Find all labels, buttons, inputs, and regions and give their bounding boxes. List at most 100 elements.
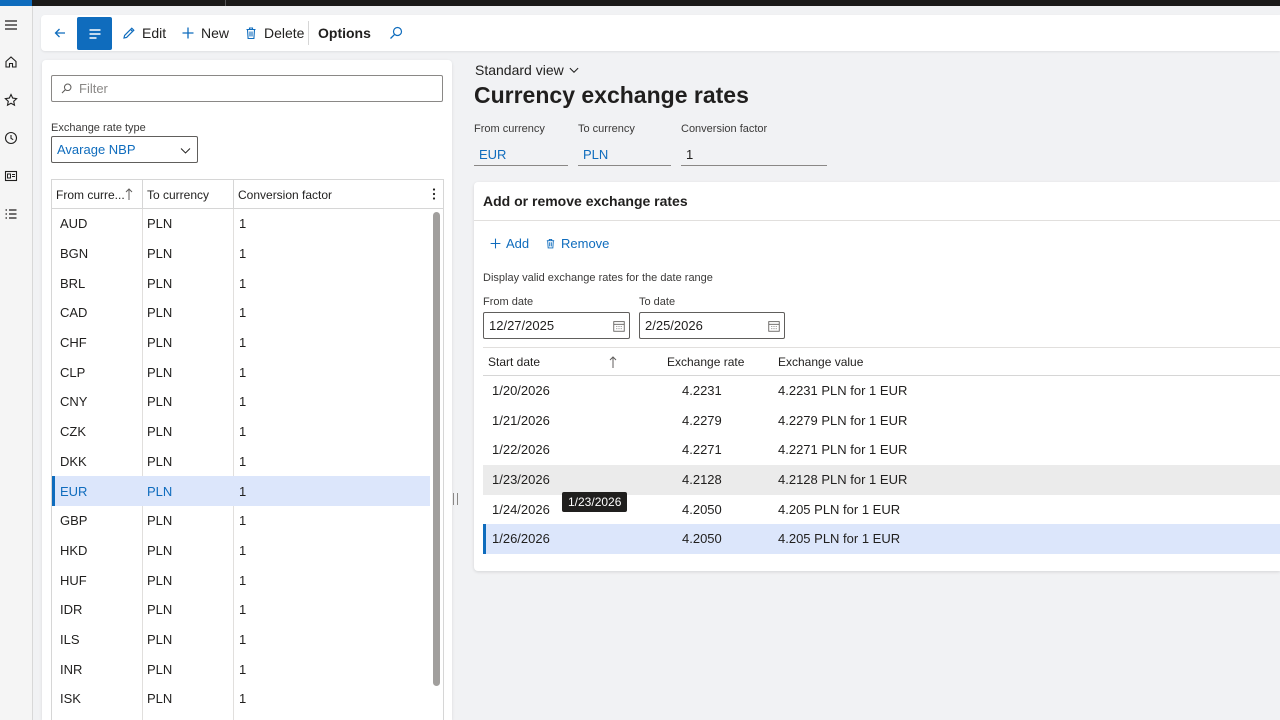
- to-currency-cell[interactable]: PLN: [147, 424, 172, 439]
- list-icon[interactable]: [0, 203, 22, 225]
- table-row[interactable]: CHF PLN 1: [52, 328, 430, 358]
- home-icon[interactable]: [0, 51, 22, 73]
- to-currency-cell[interactable]: PLN: [147, 454, 172, 469]
- delete-button[interactable]: Delete: [243, 15, 304, 51]
- search-button[interactable]: [388, 15, 404, 51]
- table-row[interactable]: 1/20/2026 4.2231 4.2231 PLN for 1 EUR: [483, 376, 1280, 406]
- start-date-cell[interactable]: 1/21/2026: [492, 413, 550, 428]
- column-header-to-currency[interactable]: To currency: [142, 180, 233, 209]
- from-currency-cell[interactable]: HUF: [60, 573, 87, 588]
- filter-input[interactable]: [79, 81, 419, 96]
- scrollbar-thumb[interactable]: [433, 212, 440, 686]
- conversion-factor-cell[interactable]: 1: [239, 394, 246, 409]
- table-row[interactable]: GBP PLN 1: [52, 506, 430, 536]
- scrollbar[interactable]: [432, 212, 441, 690]
- from-currency-cell[interactable]: CNY: [60, 394, 87, 409]
- table-row[interactable]: AUD PLN 1: [52, 209, 430, 239]
- table-row[interactable]: CLP PLN 1: [52, 357, 430, 387]
- conversion-factor-cell[interactable]: 1: [239, 335, 246, 350]
- table-row[interactable]: BRL PLN 1: [52, 268, 430, 298]
- conversion-factor-cell[interactable]: 1: [239, 484, 246, 499]
- conversion-factor-cell[interactable]: 1: [239, 365, 246, 380]
- table-row[interactable]: HKD PLN 1: [52, 536, 430, 566]
- conversion-factor-cell[interactable]: 1: [239, 454, 246, 469]
- to-currency-field[interactable]: PLN: [578, 143, 671, 166]
- to-currency-cell[interactable]: PLN: [147, 484, 172, 499]
- from-currency-cell[interactable]: BRL: [60, 276, 85, 291]
- to-currency-cell[interactable]: PLN: [147, 632, 172, 647]
- view-selector[interactable]: Standard view: [475, 62, 580, 78]
- list-view-button[interactable]: [77, 17, 112, 50]
- conversion-factor-cell[interactable]: 1: [239, 691, 246, 706]
- exchange-value-cell[interactable]: 4.205 PLN for 1 EUR: [778, 531, 900, 546]
- table-row[interactable]: 1/23/2026 4.2128 4.2128 PLN for 1 EUR: [483, 465, 1280, 495]
- to-currency-cell[interactable]: PLN: [147, 513, 172, 528]
- calendar-icon[interactable]: [612, 319, 626, 333]
- conversion-factor-field[interactable]: 1: [681, 143, 827, 166]
- table-row[interactable]: HUF PLN 1: [52, 565, 430, 595]
- filter-field[interactable]: [51, 75, 443, 102]
- to-currency-cell[interactable]: PLN: [147, 602, 172, 617]
- conversion-factor-cell[interactable]: 1: [239, 513, 246, 528]
- exchange-rate-cell[interactable]: 4.2231: [682, 383, 722, 398]
- options-tab[interactable]: Options: [318, 15, 371, 51]
- exchange-value-cell[interactable]: 4.2279 PLN for 1 EUR: [778, 413, 907, 428]
- from-currency-cell[interactable]: IDR: [60, 602, 82, 617]
- table-row[interactable]: INR PLN 1: [52, 654, 430, 684]
- conversion-factor-cell[interactable]: 1: [239, 602, 246, 617]
- from-currency-cell[interactable]: CLP: [60, 365, 85, 380]
- from-currency-cell[interactable]: INR: [60, 662, 82, 677]
- edit-button[interactable]: Edit: [121, 15, 166, 51]
- start-date-cell[interactable]: 1/26/2026: [492, 531, 550, 546]
- exchange-rate-cell[interactable]: 4.2279: [682, 413, 722, 428]
- table-row[interactable]: 1/21/2026 4.2279 4.2279 PLN for 1 EUR: [483, 406, 1280, 436]
- conversion-factor-cell[interactable]: 1: [239, 216, 246, 231]
- to-currency-cell[interactable]: PLN: [147, 305, 172, 320]
- from-currency-cell[interactable]: EUR: [60, 484, 87, 499]
- table-row[interactable]: CAD PLN 1: [52, 298, 430, 328]
- to-currency-cell[interactable]: PLN: [147, 246, 172, 261]
- table-row[interactable]: 1/22/2026 4.2271 4.2271 PLN for 1 EUR: [483, 435, 1280, 465]
- column-header-exchange-value[interactable]: Exchange value: [778, 348, 863, 376]
- from-currency-cell[interactable]: AUD: [60, 216, 87, 231]
- pane-splitter[interactable]: [453, 493, 458, 505]
- to-currency-cell[interactable]: PLN: [147, 365, 172, 380]
- from-currency-cell[interactable]: ILS: [60, 632, 80, 647]
- from-currency-field[interactable]: EUR: [474, 143, 568, 166]
- from-currency-cell[interactable]: CAD: [60, 305, 87, 320]
- new-button[interactable]: New: [180, 15, 229, 51]
- table-row[interactable]: BGN PLN 1: [52, 239, 430, 269]
- conversion-factor-cell[interactable]: 1: [239, 543, 246, 558]
- table-row[interactable]: IDR PLN 1: [52, 595, 430, 625]
- conversion-factor-cell[interactable]: 1: [239, 276, 246, 291]
- conversion-factor-cell[interactable]: 1: [239, 573, 246, 588]
- to-currency-cell[interactable]: PLN: [147, 335, 172, 350]
- from-currency-cell[interactable]: BGN: [60, 246, 88, 261]
- exchange-rate-cell[interactable]: 4.2050: [682, 531, 722, 546]
- to-currency-cell[interactable]: PLN: [147, 394, 172, 409]
- from-currency-cell[interactable]: HKD: [60, 543, 87, 558]
- exchange-value-cell[interactable]: 4.2271 PLN for 1 EUR: [778, 442, 907, 457]
- remove-rate-button[interactable]: Remove: [544, 236, 609, 251]
- back-button[interactable]: [49, 15, 71, 51]
- column-header-conversion-factor[interactable]: Conversion factor: [233, 180, 427, 209]
- conversion-factor-cell[interactable]: 1: [239, 632, 246, 647]
- exchange-value-cell[interactable]: 4.2128 PLN for 1 EUR: [778, 472, 907, 487]
- more-options-icon[interactable]: [428, 186, 440, 202]
- column-header-exchange-rate[interactable]: Exchange rate: [667, 348, 744, 376]
- from-date-field[interactable]: 12/27/2025: [483, 312, 630, 339]
- exchange-rate-cell[interactable]: 4.2271: [682, 442, 722, 457]
- start-date-cell[interactable]: 1/20/2026: [492, 383, 550, 398]
- conversion-factor-cell[interactable]: 1: [239, 662, 246, 677]
- start-date-cell[interactable]: 1/23/2026: [492, 472, 550, 487]
- conversion-factor-cell[interactable]: 1: [239, 246, 246, 261]
- to-currency-cell[interactable]: PLN: [147, 276, 172, 291]
- to-currency-cell[interactable]: PLN: [147, 573, 172, 588]
- exchange-value-cell[interactable]: 4.2231 PLN for 1 EUR: [778, 383, 907, 398]
- from-currency-cell[interactable]: GBP: [60, 513, 87, 528]
- table-row[interactable]: EUR PLN 1: [52, 476, 430, 506]
- table-row[interactable]: DKK PLN 1: [52, 447, 430, 477]
- start-date-cell[interactable]: 1/24/2026: [492, 502, 550, 517]
- table-row[interactable]: ISK PLN 1: [52, 684, 430, 714]
- exchange-rate-cell[interactable]: 4.2050: [682, 502, 722, 517]
